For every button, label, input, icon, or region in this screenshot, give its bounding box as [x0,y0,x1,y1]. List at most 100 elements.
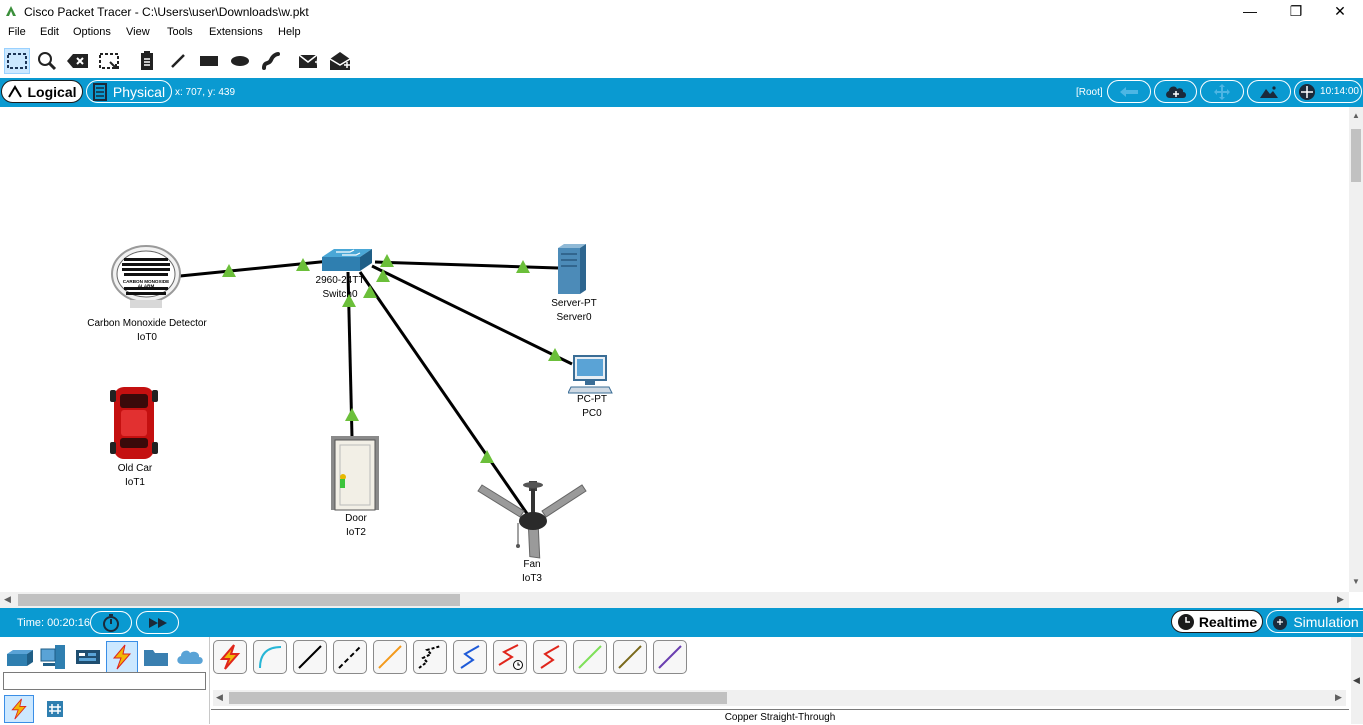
set-background-button[interactable] [1247,80,1291,103]
realtime-mode-button[interactable]: Realtime [1171,610,1263,633]
minimize-button[interactable]: — [1227,0,1273,24]
fast-forward-button[interactable] [136,611,179,634]
title-bar: Cisco Packet Tracer - C:\Users\user\Down… [0,0,1363,24]
cable-automatic[interactable] [213,640,247,674]
vertical-scrollbar[interactable]: ▲ ▼ [1349,107,1363,592]
connections-icon [11,698,27,720]
old-car-label[interactable]: Old Car IoT1 [85,462,185,490]
scroll-left-icon[interactable]: ◀ [216,692,223,703]
new-cluster-button[interactable] [1154,80,1197,103]
menu-edit[interactable]: Edit [40,26,59,38]
cable-copper-cross-over[interactable] [333,640,367,674]
logical-workspace-canvas[interactable]: CARBON MONOXIDE ALARM Carbon Monoxide De… [0,107,1349,592]
door-label[interactable]: Door IoT2 [306,512,406,540]
add-complex-pdu-button[interactable] [327,48,353,74]
move-object-button[interactable] [1200,80,1244,103]
root-breadcrumb[interactable]: [Root] [1076,87,1103,98]
select-icon [7,53,27,69]
panel-collapse-strip[interactable]: ◀ [1351,637,1363,724]
scroll-left-icon[interactable]: ◀ [4,594,11,605]
subcategory-structured-cabling[interactable] [40,695,70,723]
pc-icon[interactable] [568,355,614,395]
cable-fiber[interactable] [373,640,407,674]
inspect-tool-button[interactable] [34,48,60,74]
server-icon[interactable] [556,244,588,296]
menu-file[interactable]: File [8,26,26,38]
carbon-monoxide-detector-icon[interactable]: CARBON MONOXIDE ALARM [108,244,184,310]
simulation-mode-button[interactable]: Simulation [1266,610,1363,633]
freeform-button[interactable] [258,48,284,74]
switch-icon[interactable] [320,247,374,275]
scroll-right-icon[interactable]: ▶ [1335,692,1342,703]
co-detector-label[interactable]: Carbon Monoxide Detector IoT0 [47,317,247,345]
cable-octal[interactable] [573,640,607,674]
power-cycle-button[interactable] [90,611,132,634]
device-type: PC-PT [577,394,607,405]
multiuser-icon [177,650,203,664]
menu-options[interactable]: Options [73,26,111,38]
miscellaneous-icon [144,650,168,666]
category-end-devices[interactable] [38,641,70,673]
horizontal-scroll-thumb[interactable] [18,594,460,606]
cable-serial-dce[interactable] [493,640,527,674]
cable-list-scrollbar[interactable]: ◀ ▶ [213,690,1346,706]
scroll-down-icon[interactable]: ▼ [1352,577,1360,586]
switch-label[interactable]: 2960-24TT Switch0 [290,274,390,302]
close-icon: ✕ [1334,3,1346,19]
move-icon [1214,83,1230,100]
place-note-button[interactable] [134,48,160,74]
scroll-up-icon[interactable]: ▲ [1352,111,1360,120]
viewport-clock[interactable]: 10:14:00 [1294,80,1362,103]
old-car-icon[interactable] [110,384,158,462]
back-button[interactable] [1107,80,1151,103]
category-miscellaneous[interactable] [140,641,172,673]
pc-label[interactable]: PC-PT PC0 [542,393,642,421]
draw-line-button[interactable] [165,48,191,74]
draw-rectangle-button[interactable] [196,48,222,74]
delete-tool-button[interactable] [65,48,91,74]
menu-view[interactable]: View [126,26,150,38]
category-components[interactable] [72,641,104,673]
menu-help[interactable]: Help [278,26,301,38]
panel-divider [209,637,210,724]
maximize-button[interactable]: ❐ [1273,0,1319,24]
close-button[interactable]: ✕ [1317,0,1363,24]
device-name: PC0 [582,408,602,419]
server-label[interactable]: Server-PT Server0 [524,297,624,325]
alarm-label-2: ALARM [138,284,155,289]
cursor-coordinates: x: 707, y: 439 [175,87,236,98]
cable-copper-straight-through[interactable] [293,640,327,674]
cable-console[interactable] [253,640,287,674]
cable-usb[interactable] [653,640,687,674]
ceiling-fan-icon[interactable] [474,481,590,559]
category-connections[interactable] [106,641,138,673]
horizontal-scrollbar[interactable]: ◀ ▶ [0,592,1349,608]
cable-iot-custom[interactable] [613,640,647,674]
door-icon[interactable] [330,435,380,511]
realtime-label: Realtime [1198,613,1258,630]
logical-tab[interactable]: Logical [1,80,83,103]
physical-tab[interactable]: Physical [86,80,172,103]
scroll-right-icon[interactable]: ▶ [1337,594,1344,605]
add-simple-pdu-button[interactable] [296,48,322,74]
resize-tool-button[interactable] [96,48,122,74]
device-type: Door [345,513,367,524]
cable-serial-dte[interactable] [533,640,567,674]
serial-dce-icon [498,644,523,670]
collapse-left-icon[interactable]: ◀ [1353,675,1360,686]
select-tool-button[interactable] [4,48,30,74]
menu-tools[interactable]: Tools [167,26,193,38]
fan-label[interactable]: Fan IoT3 [482,558,582,586]
menu-extensions[interactable]: Extensions [209,26,263,38]
cable-list-scroll-thumb[interactable] [229,692,727,704]
subcategory-connections[interactable] [4,695,34,723]
cable-coaxial[interactable] [453,640,487,674]
cable-phone[interactable] [413,640,447,674]
connections-icon [112,644,132,670]
device-search-field[interactable] [3,672,206,690]
cloud-add-icon [1165,86,1186,98]
draw-ellipse-button[interactable] [227,48,253,74]
category-multiuser[interactable] [174,641,206,673]
vertical-scroll-thumb[interactable] [1351,129,1361,182]
category-network-devices[interactable] [4,641,36,673]
